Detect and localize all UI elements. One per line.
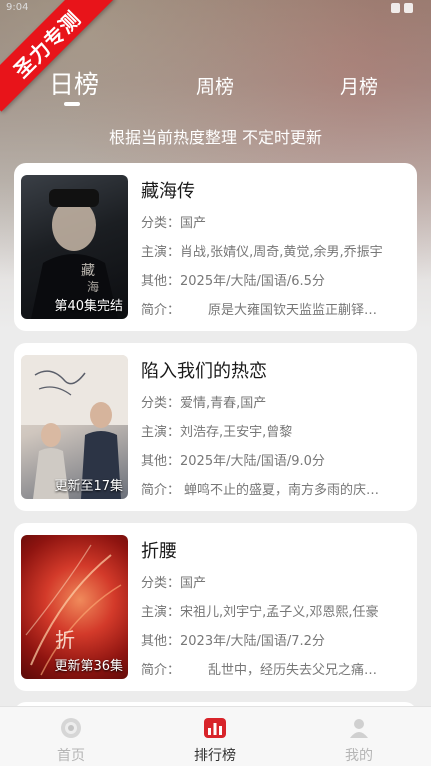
nav-profile-label: 我的 (345, 748, 373, 764)
tab-daily[interactable]: 日榜 (49, 65, 99, 101)
other-label: 其他： (141, 274, 181, 289)
cast-row: 主演： 刘浩存,王安宇,曾黎 (141, 416, 409, 445)
svg-text:海: 海 (87, 279, 99, 294)
category-row: 分类： 国产 (141, 207, 409, 236)
nav-ranking-label: 排行榜 (194, 748, 236, 764)
category-value: 爱情,青春,国产 (180, 396, 267, 411)
svg-text:藏: 藏 (81, 263, 95, 279)
cast-label: 主演： (141, 605, 181, 620)
cast-value: 肖战,张婧仪,周奇,黄觉,余男,乔振宇 (180, 245, 383, 260)
episode-badge: 更新至17集 (54, 479, 123, 494)
status-time: 9:04 (6, 2, 29, 13)
other-row: 其他： 2025年/大陆/国语/6.5分 (141, 265, 409, 294)
intro-value: 乱世中，经历失去父兄之痛… (208, 663, 378, 678)
nav-profile[interactable]: 我的 (309, 707, 409, 766)
category-row: 分类： 国产 (141, 567, 409, 596)
cast-value: 刘浩存,王安宇,曾黎 (180, 425, 293, 440)
drama-info: 藏海传 分类： 国产 主演： 肖战,张婧仪,周奇,黄觉,余男,乔振宇 其他： 2… (141, 177, 409, 323)
drama-title: 陷入我们的热恋 (141, 361, 267, 382)
intro-row: 简介： 乱世中，经历失去父兄之痛… (141, 654, 409, 683)
other-row: 其他： 2023年/大陆/国语/7.2分 (141, 625, 409, 654)
other-value: 2023年/大陆/国语/7.2分 (180, 634, 325, 649)
tab-indicator (64, 102, 80, 106)
poster-image: 折 更新第36集 (21, 535, 128, 679)
intro-value: 原是大雍国钦天监监正蒯铎… (208, 303, 378, 318)
svg-text:折: 折 (55, 628, 75, 652)
ranking-icon (204, 718, 226, 738)
poster-image: 藏 海 第40集完结 (21, 175, 128, 319)
drama-card[interactable]: 更新至17集 陷入我们的热恋 分类： 爱情,青春,国产 主演： 刘浩存,王安宇,… (14, 343, 417, 511)
status-icons (391, 3, 413, 13)
tab-weekly-label: 周榜 (196, 76, 235, 98)
category-label: 分类： (141, 216, 181, 231)
category-row: 分类： 爱情,青春,国产 (141, 387, 409, 416)
intro-value: 蝉鸣不止的盛夏，南方多雨的庆… (184, 483, 380, 498)
drama-info: 折腰 分类： 国产 主演： 宋祖儿,刘宇宁,孟子义,邓恩熙,任豪 其他： 202… (141, 537, 409, 683)
home-icon (61, 718, 81, 738)
cast-row: 主演： 肖战,张婧仪,周奇,黄觉,余男,乔振宇 (141, 236, 409, 265)
ranking-tabs: 日榜 周榜 月榜 (0, 68, 431, 108)
profile-icon (350, 719, 368, 738)
cast-row: 主演： 宋祖儿,刘宇宁,孟子义,邓恩熙,任豪 (141, 596, 409, 625)
drama-card[interactable]: 藏 海 第40集完结 藏海传 分类： 国产 主演： 肖战,张婧仪,周奇,黄觉,余… (14, 163, 417, 331)
cast-label: 主演： (141, 425, 181, 440)
poster-image: 更新至17集 (21, 355, 128, 499)
category-label: 分类： (141, 576, 181, 591)
tab-daily-label: 日榜 (49, 70, 100, 99)
drama-title: 折腰 (141, 541, 177, 562)
episode-badge: 更新第36集 (54, 659, 123, 674)
nav-home-label: 首页 (57, 748, 85, 764)
intro-row: 简介： 蝉鸣不止的盛夏，南方多雨的庆… (141, 474, 409, 503)
bottom-navigation: 首页 排行榜 我的 (0, 706, 431, 766)
wifi-icon (391, 3, 400, 13)
cast-value: 宋祖儿,刘宇宁,孟子义,邓恩熙,任豪 (180, 605, 379, 620)
drama-title: 藏海传 (141, 181, 195, 202)
tab-monthly-label: 月榜 (340, 76, 379, 98)
tab-monthly[interactable]: 月榜 (340, 72, 378, 99)
battery-icon (404, 3, 413, 13)
drama-card[interactable]: 折 更新第36集 折腰 分类： 国产 主演： 宋祖儿,刘宇宁,孟子义,邓恩熙,任… (14, 523, 417, 691)
nav-home[interactable]: 首页 (21, 707, 121, 766)
intro-label: 简介： (141, 483, 181, 498)
other-row: 其他： 2025年/大陆/国语/9.0分 (141, 445, 409, 474)
nav-ranking[interactable]: 排行榜 (165, 707, 265, 766)
other-label: 其他： (141, 634, 181, 649)
category-label: 分类： (141, 396, 181, 411)
cast-label: 主演： (141, 245, 181, 260)
intro-row: 简介： 原是大雍国钦天监监正蒯铎… (141, 294, 409, 323)
other-value: 2025年/大陆/国语/6.5分 (180, 274, 325, 289)
ranking-subtitle: 根据当前热度整理 不定时更新 (108, 128, 323, 147)
intro-label: 简介： (141, 303, 181, 318)
tab-weekly[interactable]: 周榜 (196, 72, 234, 99)
intro-label: 简介： (141, 663, 181, 678)
other-label: 其他： (141, 454, 181, 469)
category-value: 国产 (180, 576, 207, 591)
drama-info: 陷入我们的热恋 分类： 爱情,青春,国产 主演： 刘浩存,王安宇,曾黎 其他： … (141, 357, 409, 503)
episode-badge: 第40集完结 (54, 299, 123, 314)
category-value: 国产 (180, 216, 207, 231)
other-value: 2025年/大陆/国语/9.0分 (180, 454, 325, 469)
